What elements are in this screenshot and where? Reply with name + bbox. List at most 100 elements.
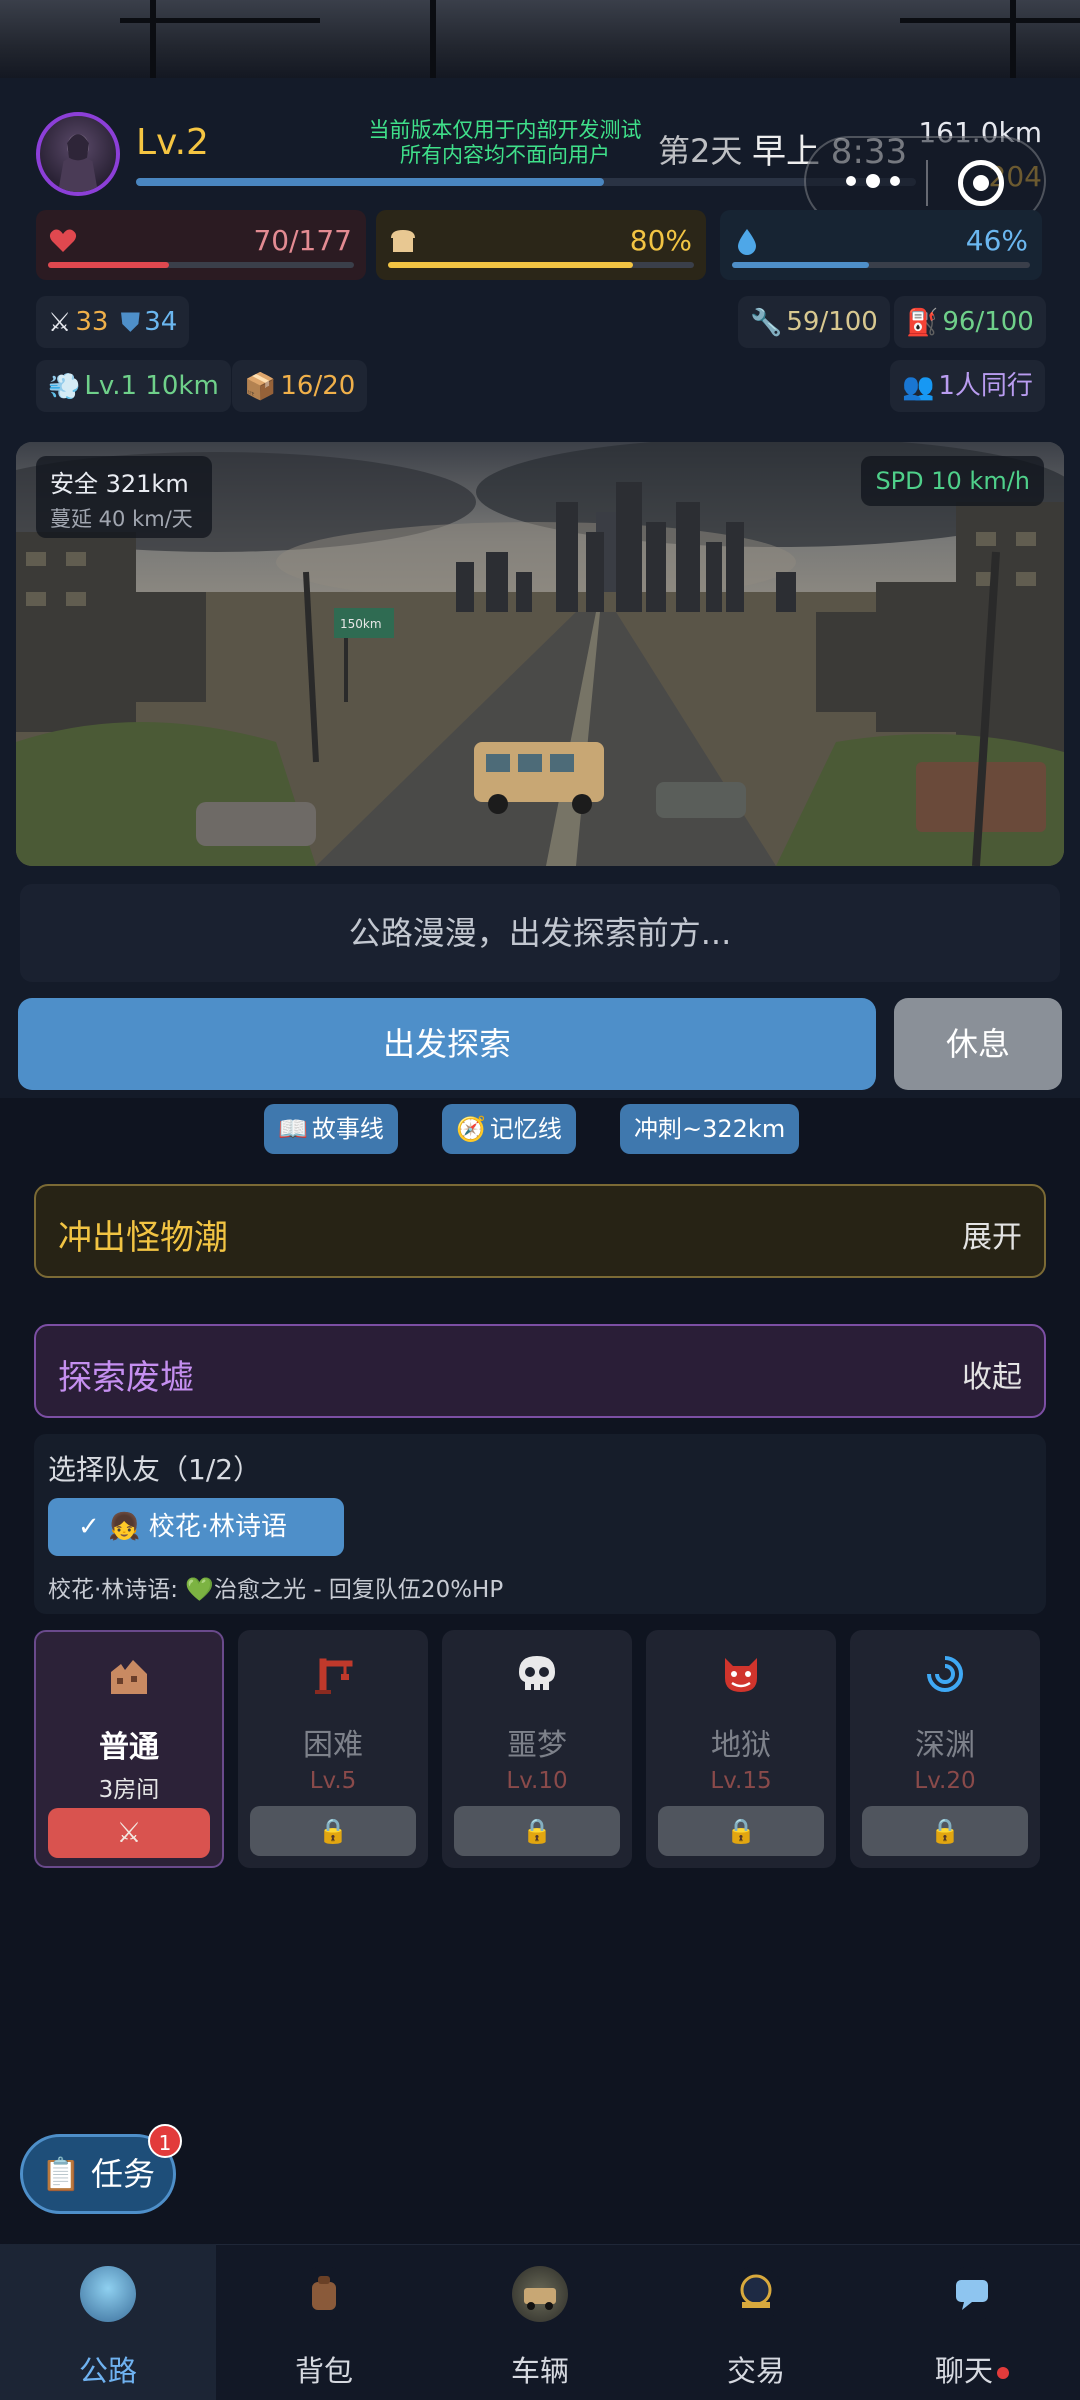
- storyline-label: 故事线: [311, 1115, 384, 1143]
- water-bar-fill: [732, 262, 870, 268]
- safe-distance-badge: 安全 321km 蔓延 40 km/天: [36, 456, 212, 538]
- ruined-building-icon: [111, 1660, 147, 1694]
- compass-icon: 🧭: [456, 1115, 486, 1143]
- companions-value: 1人同行: [938, 371, 1033, 401]
- nav-chat-text: 聊天: [934, 2354, 993, 2388]
- book-icon: 📖: [278, 1115, 308, 1143]
- nav-road-label: 公路: [78, 2354, 137, 2388]
- clipboard-icon: 📋: [41, 2155, 81, 2193]
- water-drop-icon: [738, 229, 756, 255]
- box-icon: 📦: [244, 371, 277, 402]
- shield-icon: ⛊: [120, 307, 141, 338]
- difficulty-hell: 地狱 Lv.15 🔒: [646, 1630, 836, 1868]
- cargo-value: 16/20: [280, 371, 356, 401]
- story-message: 公路漫漫，出发探索前方...: [20, 884, 1060, 982]
- nav-vehicle[interactable]: 车辆: [432, 2244, 648, 2400]
- wind-icon: 💨: [48, 371, 81, 402]
- defense-value: 34: [144, 307, 178, 337]
- backpack-icon: [296, 2266, 352, 2322]
- difficulty-hard: 困难 Lv.5 🔒: [238, 1630, 428, 1868]
- fuel-value: 96/100: [942, 307, 1034, 337]
- fuel-icon: ⛽: [906, 307, 939, 338]
- rest-button[interactable]: 休息: [894, 998, 1062, 1090]
- locked-button: 🔒: [658, 1806, 824, 1856]
- difficulty-sub: 3房间: [98, 1777, 160, 1803]
- memory-line-button[interactable]: 🧭 记忆线: [442, 1104, 576, 1154]
- water-value: 46%: [965, 224, 1028, 257]
- crossed-swords-icon: ⚔: [116, 1816, 142, 1849]
- bread-icon: [391, 230, 415, 252]
- spread-rate: 蔓延 40 km/天: [50, 507, 193, 531]
- nav-trade[interactable]: 交易: [648, 2244, 864, 2400]
- teammate-chip[interactable]: ✓ 👧 校花·林诗语: [48, 1498, 344, 1556]
- locked-button: 🔒: [250, 1806, 416, 1856]
- difficulty-name: 困难: [303, 1728, 363, 1763]
- chat-bubble-icon: [944, 2266, 1000, 2322]
- expand-toggle[interactable]: 展开: [962, 1212, 1022, 1256]
- companions-chip[interactable]: 👥 1人同行: [890, 360, 1045, 412]
- hp-bar-fill: [48, 262, 169, 268]
- difficulty-nightmare: 噩梦 Lv.10 🔒: [442, 1630, 632, 1868]
- player-avatar[interactable]: [36, 112, 120, 196]
- explore-button[interactable]: 出发探索: [18, 998, 876, 1090]
- difficulty-normal[interactable]: 普通 3房间 ⚔: [34, 1630, 224, 1868]
- nav-chat-label: 聊天: [864, 2348, 1080, 2390]
- teammate-name: 校花·林诗语: [148, 1512, 287, 1542]
- nav-trade-label: 交易: [726, 2354, 785, 2388]
- avatar-figure-icon: [58, 134, 98, 192]
- food-value: 80%: [629, 224, 692, 257]
- close-target-icon[interactable]: [958, 160, 1004, 206]
- player-level: Lv.2: [136, 122, 209, 163]
- nav-vehicle-label: 车辆: [510, 2354, 569, 2388]
- food-bar-fill: [388, 262, 633, 268]
- exp-bar: [136, 178, 916, 186]
- more-icon[interactable]: [846, 174, 900, 188]
- vehicle-level-value: Lv.1 10km: [84, 371, 219, 401]
- demon-mask-icon: [725, 1658, 757, 1692]
- food-card: 80%: [376, 210, 706, 280]
- lock-icon: 🔒: [318, 1817, 348, 1845]
- storyline-button[interactable]: 📖 故事线: [264, 1104, 398, 1154]
- vortex-icon: [927, 1656, 963, 1692]
- enter-battle-button[interactable]: ⚔: [48, 1808, 210, 1858]
- top-scene-strip: [0, 0, 1080, 78]
- explore-ruins-title: 探索废墟: [58, 1358, 194, 1398]
- hp-card: 70/177: [36, 210, 366, 280]
- check-icon: ✓: [78, 1512, 100, 1542]
- collapse-toggle[interactable]: 收起: [962, 1352, 1022, 1396]
- skull-icon: [519, 1656, 555, 1690]
- vehicle-icon: [512, 2266, 568, 2322]
- attack-value: 33: [75, 307, 109, 337]
- lock-icon: 🔒: [522, 1817, 552, 1845]
- difficulty-name: 噩梦: [507, 1728, 567, 1763]
- locked-button: 🔒: [454, 1806, 620, 1856]
- nav-backpack[interactable]: 背包: [216, 2244, 432, 2400]
- lock-icon: 🔒: [930, 1817, 960, 1845]
- cargo-chip: 📦 16/20: [232, 360, 368, 412]
- explore-ruins-panel[interactable]: 探索废墟 收起: [34, 1324, 1046, 1418]
- difficulty-level-req: Lv.20: [914, 1768, 976, 1794]
- sprint-button[interactable]: 冲刺~322km: [620, 1104, 800, 1154]
- difficulty-name: 深渊: [915, 1728, 975, 1763]
- heart-icon: [49, 229, 77, 252]
- task-count-badge: 1: [148, 2124, 182, 2158]
- people-icon: 👥: [902, 371, 935, 402]
- road-globe-icon: [80, 2266, 136, 2322]
- nav-road[interactable]: 公路: [0, 2244, 216, 2400]
- girl-avatar-icon: 👧: [108, 1512, 141, 1542]
- wrench-icon: 🔧: [750, 307, 783, 338]
- day-counter: 第2天: [658, 132, 743, 170]
- teammate-skill: 校花·林诗语: 💚治愈之光 - 回复队伍20%HP: [48, 1577, 504, 1603]
- unread-dot: [997, 2367, 1009, 2379]
- exp-bar-fill: [136, 178, 604, 186]
- difficulty-name: 地狱: [711, 1728, 771, 1763]
- monster-wave-panel[interactable]: 冲出怪物潮 展开: [34, 1184, 1046, 1278]
- lock-icon: 🔒: [726, 1817, 756, 1845]
- water-card: 46%: [720, 210, 1042, 280]
- durability-value: 59/100: [786, 307, 878, 337]
- difficulty-level-req: Lv.15: [710, 1768, 772, 1794]
- difficulty-abyss: 深渊 Lv.20 🔒: [850, 1630, 1040, 1868]
- dev-notice-line1: 当前版本仅用于内部开发测试: [368, 118, 642, 142]
- crane-icon: [315, 1658, 353, 1694]
- nav-chat[interactable]: 聊天: [864, 2244, 1080, 2400]
